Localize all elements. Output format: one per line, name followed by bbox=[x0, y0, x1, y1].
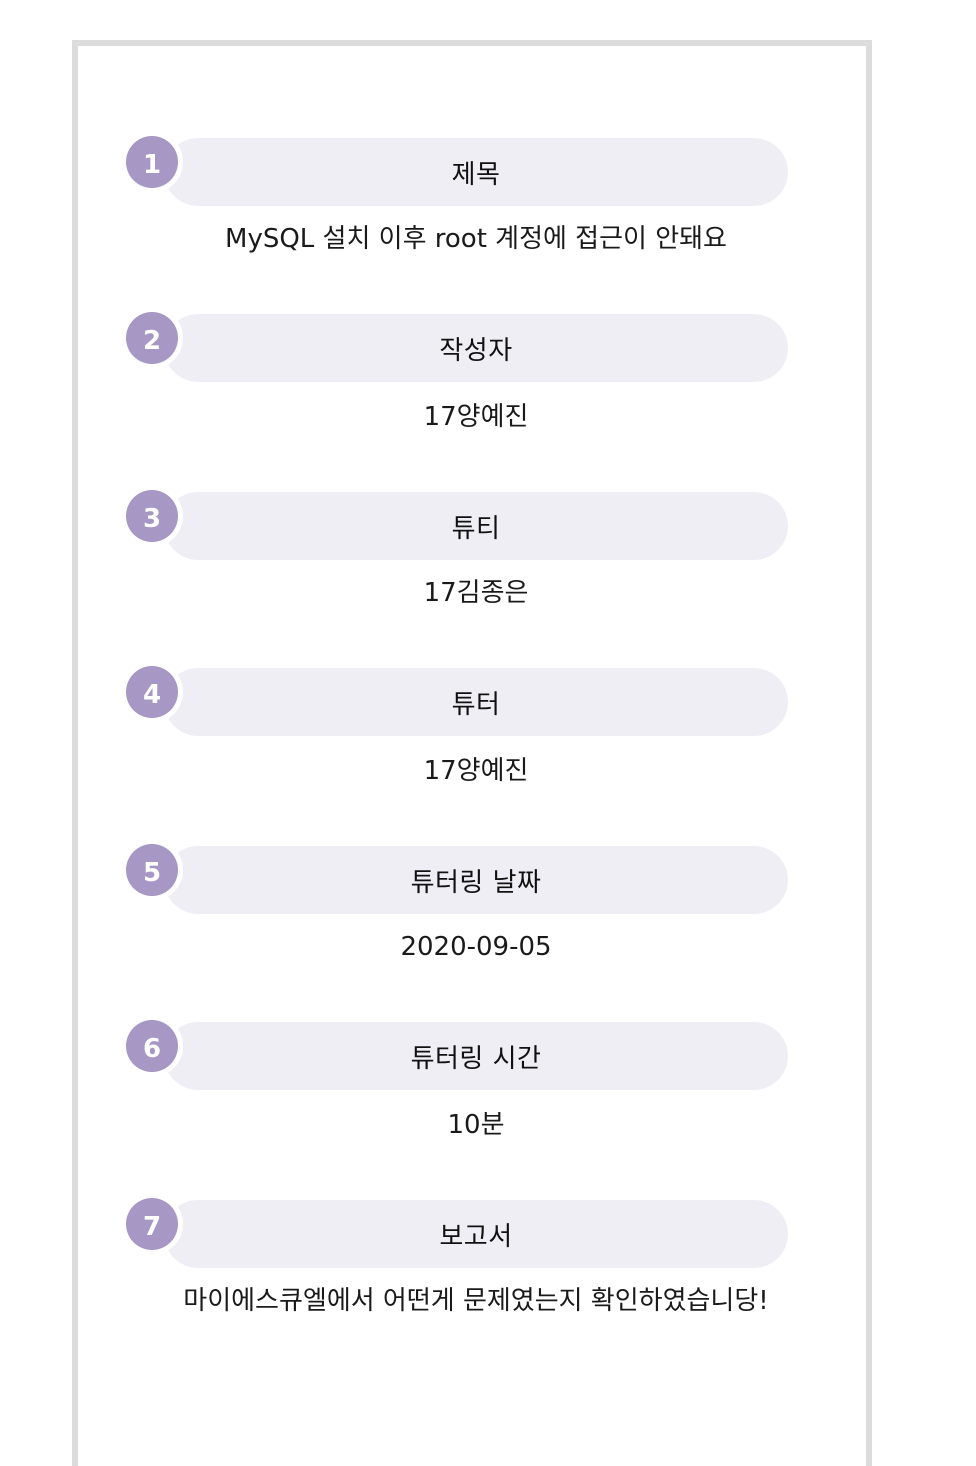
field-value: 17양예진 bbox=[423, 756, 529, 786]
number-badge: 3 bbox=[126, 490, 178, 542]
number-badge: 4 bbox=[126, 666, 178, 718]
number-badge: 2 bbox=[126, 312, 178, 364]
field-label: 튜티 bbox=[451, 513, 501, 544]
field-label-pill: 튜티 bbox=[164, 492, 788, 560]
field-label: 튜터 bbox=[451, 689, 501, 720]
field-label-pill: 보고서 bbox=[164, 1200, 788, 1268]
field-label: 작성자 bbox=[439, 335, 513, 366]
field-value: 17양예진 bbox=[423, 402, 529, 432]
number-badge: 1 bbox=[126, 136, 178, 188]
field-label-pill: 튜터링 시간 bbox=[164, 1022, 788, 1090]
field-label-pill: 제목 bbox=[164, 138, 788, 206]
field-value: 2020-09-05 bbox=[400, 932, 552, 962]
field-value: 17김종은 bbox=[423, 578, 529, 608]
field-label: 튜터링 시간 bbox=[410, 1043, 542, 1074]
number-badge: 5 bbox=[126, 844, 178, 896]
field-label: 제목 bbox=[451, 159, 501, 190]
field-value: 10분 bbox=[447, 1110, 505, 1140]
number-badge: 7 bbox=[126, 1198, 178, 1250]
field-label-pill: 튜터링 날짜 bbox=[164, 846, 788, 914]
field-value: MySQL 설치 이후 root 계정에 접근이 안돼요 bbox=[225, 224, 727, 254]
field-label: 튜터링 날짜 bbox=[410, 867, 542, 898]
field-value: 마이에스큐엘에서 어떤게 문제였는지 확인하였습니당! bbox=[183, 1286, 769, 1316]
number-badge: 6 bbox=[126, 1020, 178, 1072]
field-label: 보고서 bbox=[439, 1221, 513, 1252]
field-label-pill: 튜터 bbox=[164, 668, 788, 736]
field-label-pill: 작성자 bbox=[164, 314, 788, 382]
tutoring-report-card: 제목 1 MySQL 설치 이후 root 계정에 접근이 안돼요 작성자 2 … bbox=[72, 40, 872, 1466]
